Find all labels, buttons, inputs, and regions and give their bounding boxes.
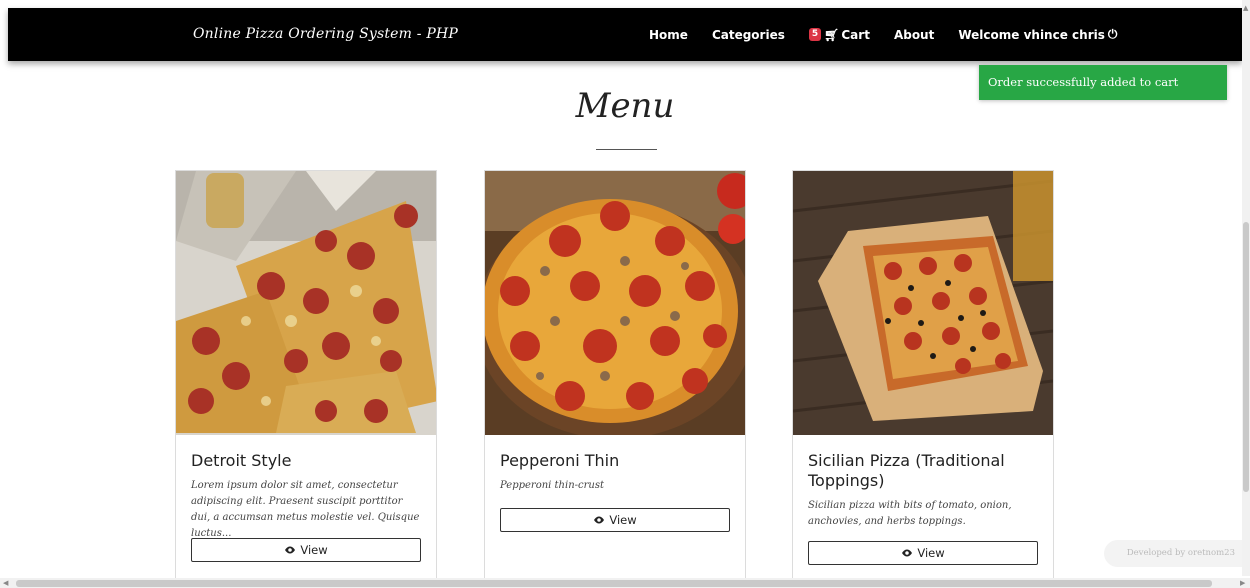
developer-credit: Developed by oretnom23 [1104,540,1244,567]
vertical-scrollbar-thumb[interactable] [1243,222,1249,492]
view-button-label: View [300,543,328,557]
nav-about-label: About [893,27,935,42]
navbar: Online Pizza Ordering System - PHP Home … [8,8,1242,61]
shopping-cart-icon: 🛒︎ [824,27,840,42]
nav-categories-label: Categories [711,27,785,42]
eye-icon [902,549,913,557]
view-button[interactable]: View [500,508,730,532]
pizza-image [485,171,745,435]
menu-card-sicilian-pizza: Sicilian Pizza (Traditional Toppings) Si… [792,170,1054,588]
nav-user-label: Welcome vhince chris [958,27,1105,42]
view-button-label: View [917,546,945,560]
page-title: Menu [575,86,675,126]
card-body: Sicilian Pizza (Traditional Toppings) Si… [808,451,1038,530]
cart-count-badge: 5 [808,28,822,41]
horizontal-scrollbar-thumb[interactable] [16,580,1212,587]
nav-cart-label: Cart [841,27,870,42]
card-title: Pepperoni Thin [500,451,620,470]
nav-home-label: Home [649,27,688,42]
pizza-photo-icon [793,171,1053,435]
card-body: Detroit Style Lorem ipsum dolor sit amet… [191,451,421,542]
scroll-left-arrow-icon[interactable]: ◀ [3,579,8,587]
nav-user-menu[interactable]: Welcome vhince chris ⏻ [958,27,1117,42]
pizza-photo-icon [485,171,745,435]
pizza-image [793,171,1053,435]
eye-icon [285,546,296,554]
view-button[interactable]: View [808,541,1038,565]
card-description: Lorem ipsum dolor sit amet, consectetur … [191,480,420,539]
scroll-right-arrow-icon[interactable]: ▶ [1240,579,1245,587]
brand-title[interactable]: Online Pizza Ordering System - PHP [193,8,458,61]
view-button-label: View [609,513,637,527]
nav-categories[interactable]: Categories [712,28,785,42]
view-button[interactable]: View [191,538,421,562]
power-icon: ⏻ [1107,27,1118,41]
scroll-up-arrow-icon[interactable]: ▲ [1243,4,1248,12]
card-title: Sicilian Pizza (Traditional Toppings) [808,451,1005,490]
menu-card-pepperoni-thin: Pepperoni Thin Pepperoni thin-crust View [484,170,746,588]
nav-menu: Home Categories 5 🛒︎ Cart About Welcome … [649,8,1141,61]
eye-icon [594,516,605,524]
card-description: Pepperoni thin-crust [500,480,604,491]
pizza-photo-icon [176,171,436,435]
pizza-image [176,171,436,435]
nav-cart[interactable]: 5 🛒︎ Cart [808,27,870,42]
card-body: Pepperoni Thin Pepperoni thin-crust [500,451,730,494]
card-description: Sicilian pizza with bits of tomato, onio… [808,500,1012,527]
card-title: Detroit Style [191,451,292,470]
title-divider [596,149,657,150]
nav-about[interactable]: About [894,28,934,42]
nav-home[interactable]: Home [649,28,688,42]
menu-card-detroit-style: Detroit Style Lorem ipsum dolor sit amet… [175,170,437,588]
